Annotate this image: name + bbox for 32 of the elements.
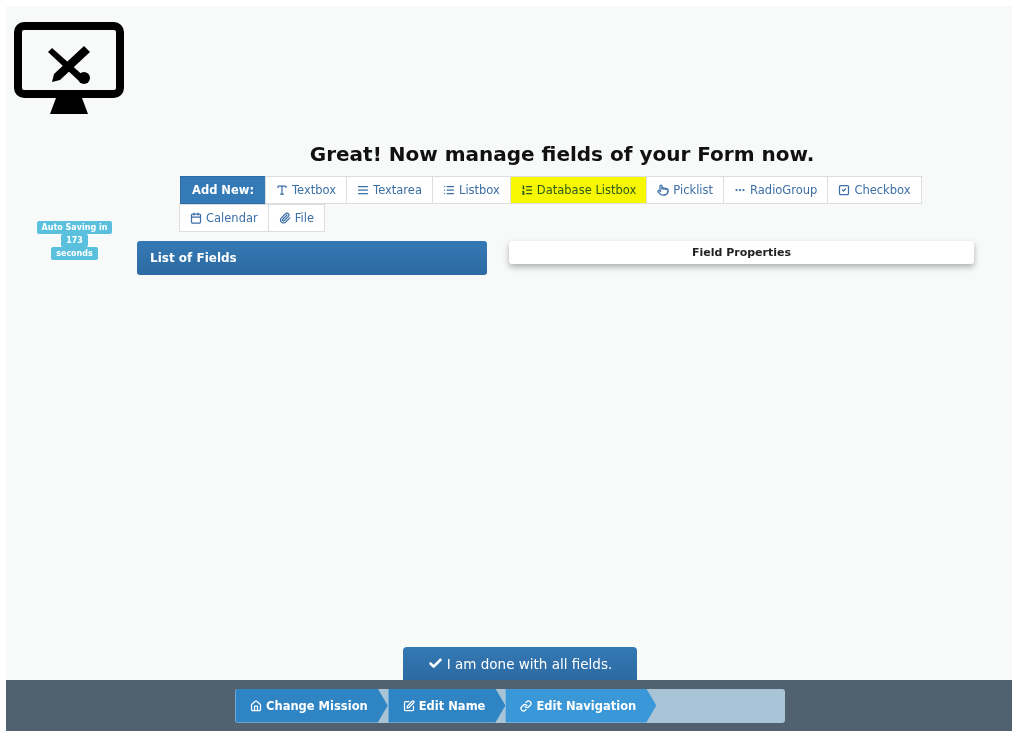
add-field-button[interactable]: Textarea xyxy=(346,176,433,204)
lines-icon xyxy=(357,184,370,196)
letter-icon xyxy=(276,184,288,196)
home-icon xyxy=(250,699,262,712)
add-field-button[interactable]: Listbox xyxy=(431,176,511,204)
calendar-icon xyxy=(190,212,202,224)
autosave-label: Auto Saving in xyxy=(36,221,113,234)
add-field-button[interactable]: Textbox xyxy=(265,176,348,204)
add-field-button[interactable]: RadioGroup xyxy=(723,176,829,204)
pointing-hand-icon xyxy=(657,184,670,196)
add-field-button[interactable]: Picklist xyxy=(646,176,725,204)
check-icon xyxy=(427,656,443,671)
list-icon xyxy=(520,184,533,196)
add-field-button[interactable]: File xyxy=(267,204,325,232)
autosave-label: 173 xyxy=(61,234,88,247)
breadcrumb-step[interactable]: Edit Navigation xyxy=(505,688,657,723)
list-of-fields-panel: List of Fields xyxy=(137,241,487,275)
field-properties-panel: Field Properties xyxy=(509,241,974,264)
list-icon xyxy=(442,184,455,196)
add-new-label: Add New: xyxy=(180,176,266,204)
add-field-button[interactable]: Checkbox xyxy=(827,176,922,204)
breadcrumb-step[interactable]: Edit Name xyxy=(387,688,506,723)
breadcrumb-step[interactable]: Change Mission xyxy=(235,688,388,723)
autosave-label: seconds xyxy=(51,247,98,260)
edit-icon xyxy=(402,699,415,712)
add-field-button[interactable]: Calendar xyxy=(179,204,269,232)
paperclip-icon xyxy=(278,212,291,224)
add-field-button[interactable]: Database Listbox xyxy=(509,176,648,204)
done-button[interactable]: I am done with all fields. xyxy=(403,647,637,680)
link-icon xyxy=(520,699,533,712)
checkbox-icon xyxy=(838,184,851,196)
page-heading: Great! Now manage fields of your Form now. xyxy=(308,142,816,166)
